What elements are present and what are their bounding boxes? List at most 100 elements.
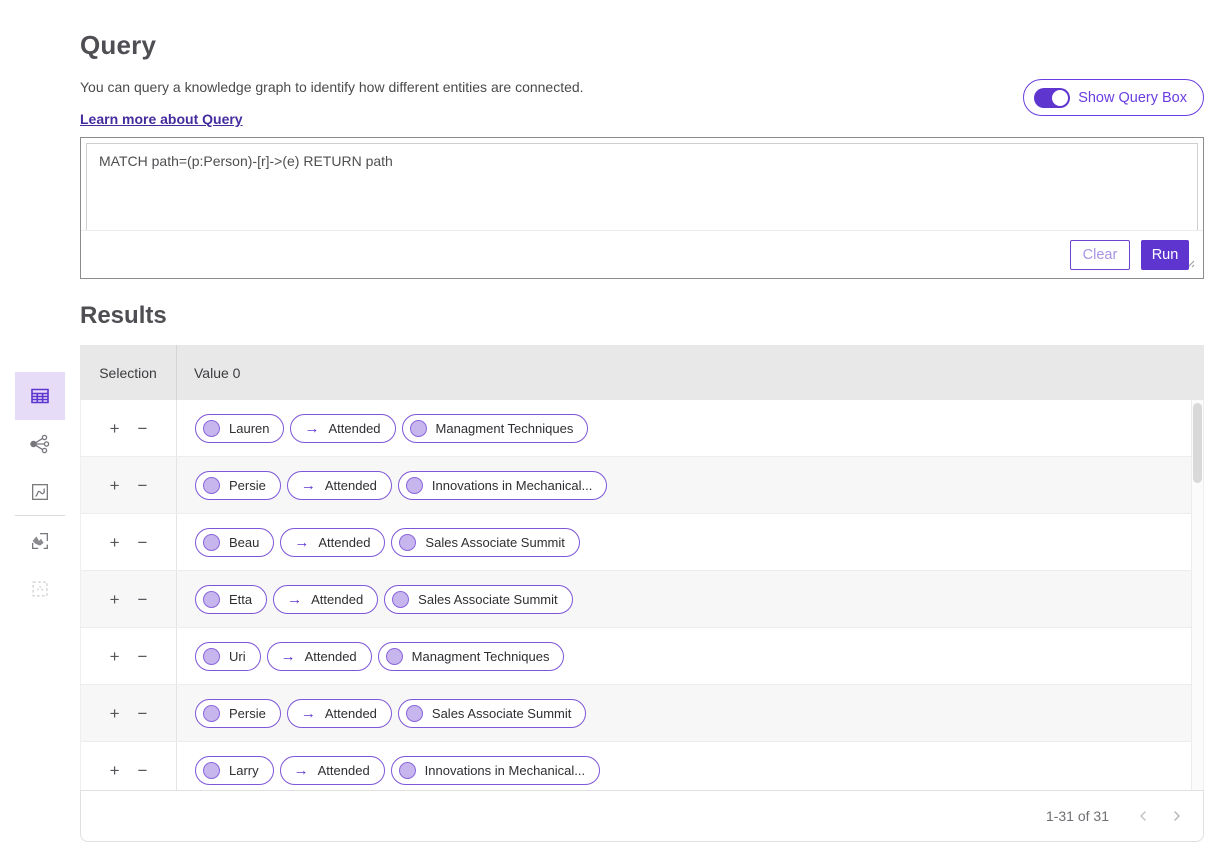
clear-button[interactable]: Clear [1070, 240, 1130, 270]
results-body: + − Lauren → Attended Managment Techniqu… [80, 400, 1204, 790]
value-cell: Lauren → Attended Managment Techniques [177, 414, 1191, 443]
entity-chip[interactable]: Innovations in Mechanical... [398, 471, 607, 500]
column-header-value0: Value 0 [177, 365, 1204, 381]
relation-chip[interactable]: → Attended [280, 756, 385, 785]
entity-node-icon [203, 477, 220, 494]
person-chip[interactable]: Uri [195, 642, 261, 671]
arrow-right-icon: → [281, 649, 296, 664]
relation-chip-label: Attended [318, 535, 370, 550]
add-row-button[interactable]: + [110, 534, 120, 551]
relation-chip[interactable]: → Attended [273, 585, 378, 614]
relation-chip[interactable]: → Attended [287, 699, 392, 728]
person-chip[interactable]: Persie [195, 471, 281, 500]
person-chip[interactable]: Lauren [195, 414, 284, 443]
value-cell: Persie → Attended Innovations in Mechani… [177, 471, 1191, 500]
selection-view-icon [29, 578, 51, 600]
show-query-box-toggle[interactable]: Show Query Box [1023, 79, 1204, 116]
remove-row-button[interactable]: − [138, 591, 148, 608]
arrow-right-icon: → [301, 478, 316, 493]
table-row: + − Persie → Attended Sales Associate Su… [81, 685, 1191, 742]
entity-chip[interactable]: Sales Associate Summit [391, 528, 579, 557]
relation-chip[interactable]: → Attended [287, 471, 392, 500]
person-chip[interactable]: Larry [195, 756, 274, 785]
table-view-button[interactable] [15, 372, 65, 420]
add-row-button[interactable]: + [110, 477, 120, 494]
map-view-icon [29, 530, 51, 552]
vertical-scrollbar[interactable] [1191, 400, 1203, 790]
add-row-button[interactable]: + [110, 762, 120, 779]
relation-chip-label: Attended [311, 592, 363, 607]
entity-node-icon [399, 534, 416, 551]
results-title: Results [80, 302, 167, 330]
results-panel: Selection Value 0 + − Lauren → Attended … [80, 345, 1204, 842]
map-view-button[interactable] [15, 529, 65, 553]
selection-cell: + − [81, 628, 177, 684]
person-chip[interactable]: Etta [195, 585, 267, 614]
person-chip[interactable]: Persie [195, 699, 281, 728]
entity-chip-label: Innovations in Mechanical... [432, 478, 592, 493]
relation-chip-label: Attended [318, 763, 370, 778]
entity-node-icon [392, 591, 409, 608]
relation-chip[interactable]: → Attended [290, 414, 395, 443]
entity-node-icon [386, 648, 403, 665]
remove-row-button[interactable]: − [138, 648, 148, 665]
entity-node-icon [406, 477, 423, 494]
selection-cell: + − [81, 457, 177, 513]
entity-node-icon [203, 420, 220, 437]
run-button[interactable]: Run [1141, 240, 1189, 270]
prev-page-button[interactable] [1135, 807, 1153, 825]
entity-chip[interactable]: Managment Techniques [402, 414, 589, 443]
person-chip-label: Persie [229, 706, 266, 721]
selection-cell: + − [81, 514, 177, 570]
query-page: Query You can query a knowledge graph to… [0, 0, 1217, 855]
learn-more-link[interactable]: Learn more about Query [80, 111, 243, 127]
arrow-right-icon: → [294, 535, 309, 550]
page-title: Query [80, 30, 1204, 61]
entity-node-icon [203, 762, 220, 779]
scrollbar-thumb[interactable] [1193, 403, 1202, 483]
table-row: + − Larry → Attended Innovations in Mech… [81, 742, 1191, 790]
relation-chip[interactable]: → Attended [280, 528, 385, 557]
relation-chip-label: Attended [328, 421, 380, 436]
value-cell: Uri → Attended Managment Techniques [177, 642, 1191, 671]
page-header: Query You can query a knowledge graph to… [80, 30, 1204, 129]
add-row-button[interactable]: + [110, 591, 120, 608]
remove-row-button[interactable]: − [138, 762, 148, 779]
relation-chip-label: Attended [325, 478, 377, 493]
entity-chip[interactable]: Sales Associate Summit [384, 585, 572, 614]
entity-chip-label: Managment Techniques [436, 421, 574, 436]
results-footer: 1-31 of 31 [80, 790, 1204, 842]
remove-row-button[interactable]: − [138, 477, 148, 494]
selection-cell: + − [81, 742, 177, 790]
entity-node-icon [410, 420, 427, 437]
relation-chip[interactable]: → Attended [267, 642, 372, 671]
results-table-header: Selection Value 0 [80, 345, 1204, 400]
person-chip[interactable]: Beau [195, 528, 274, 557]
relation-chip-label: Attended [305, 649, 357, 664]
entity-chip-label: Managment Techniques [412, 649, 550, 664]
entity-chip-label: Sales Associate Summit [432, 706, 571, 721]
remove-row-button[interactable]: − [138, 534, 148, 551]
link-chart-view-button[interactable] [15, 432, 65, 456]
add-row-button[interactable]: + [110, 420, 120, 437]
entity-chip[interactable]: Innovations in Mechanical... [391, 756, 600, 785]
entity-node-icon [203, 534, 220, 551]
person-chip-label: Etta [229, 592, 252, 607]
chart-view-button[interactable] [15, 480, 65, 504]
person-chip-label: Lauren [229, 421, 269, 436]
arrow-right-icon: → [301, 706, 316, 721]
remove-row-button[interactable]: − [138, 705, 148, 722]
value-cell: Larry → Attended Innovations in Mechanic… [177, 756, 1191, 785]
next-page-button[interactable] [1167, 807, 1185, 825]
remove-row-button[interactable]: − [138, 420, 148, 437]
query-input[interactable]: MATCH path=(p:Person)-[r]->(e) RETURN pa… [86, 143, 1198, 231]
value-cell: Etta → Attended Sales Associate Summit [177, 585, 1191, 614]
add-row-button[interactable]: + [110, 648, 120, 665]
entity-node-icon [203, 705, 220, 722]
add-row-button[interactable]: + [110, 705, 120, 722]
value-cell: Persie → Attended Sales Associate Summit [177, 699, 1191, 728]
view-switcher-sidebar [14, 372, 66, 601]
entity-chip[interactable]: Sales Associate Summit [398, 699, 586, 728]
entity-chip[interactable]: Managment Techniques [378, 642, 565, 671]
sidebar-divider [15, 515, 65, 516]
